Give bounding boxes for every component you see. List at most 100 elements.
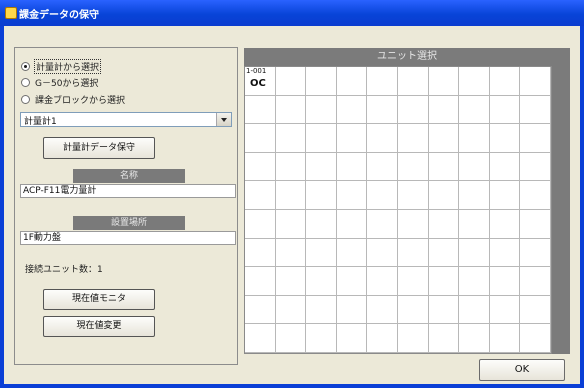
unit-cell[interactable] — [306, 267, 337, 296]
unit-cell[interactable] — [275, 181, 307, 210]
unit-cell[interactable] — [398, 124, 429, 153]
unit-cell[interactable] — [367, 95, 398, 125]
radio-select-by-billing-block[interactable]: 課金ブロックから選択 — [21, 92, 125, 106]
unit-cell[interactable] — [459, 95, 490, 125]
unit-cell[interactable] — [489, 95, 521, 125]
unit-cell[interactable] — [398, 67, 429, 96]
unit-cell[interactable] — [489, 67, 521, 96]
unit-cell[interactable] — [336, 324, 368, 353]
unit-cell[interactable] — [367, 210, 398, 239]
unit-cell[interactable] — [428, 95, 460, 125]
unit-cell[interactable] — [275, 324, 307, 353]
radio-button-icon[interactable] — [21, 61, 30, 71]
unit-cell[interactable] — [245, 267, 276, 296]
unit-cell[interactable] — [520, 152, 551, 182]
unit-cell[interactable] — [245, 95, 276, 125]
unit-cell[interactable] — [306, 295, 337, 325]
unit-cell[interactable] — [245, 124, 276, 153]
unit-cell[interactable] — [489, 152, 521, 182]
unit-cell[interactable] — [459, 267, 490, 296]
unit-cell[interactable] — [336, 295, 368, 325]
unit-cell[interactable] — [367, 181, 398, 210]
unit-cell[interactable] — [520, 181, 551, 210]
unit-cell[interactable] — [275, 152, 307, 182]
vertical-scrollbar[interactable] — [552, 66, 570, 354]
unit-cell[interactable] — [459, 238, 490, 268]
unit-cell[interactable] — [336, 238, 368, 268]
unit-cell[interactable] — [398, 267, 429, 296]
location-field[interactable]: 1F動力盤 — [20, 231, 236, 245]
unit-cell[interactable] — [459, 181, 490, 210]
unit-cell[interactable] — [489, 124, 521, 153]
unit-cell[interactable] — [489, 267, 521, 296]
unit-cell[interactable] — [489, 238, 521, 268]
unit-cell[interactable] — [245, 181, 276, 210]
unit-cell[interactable] — [336, 124, 368, 153]
unit-cell[interactable] — [336, 181, 368, 210]
unit-cell[interactable] — [459, 124, 490, 153]
unit-cell[interactable] — [245, 238, 276, 268]
unit-cell[interactable] — [275, 67, 307, 96]
chevron-down-icon[interactable] — [216, 113, 231, 126]
unit-cell[interactable] — [245, 210, 276, 239]
unit-cell[interactable] — [428, 210, 460, 239]
unit-cell[interactable]: 1-001 OC — [245, 67, 276, 96]
unit-cell[interactable] — [336, 67, 368, 96]
unit-cell[interactable] — [398, 324, 429, 353]
unit-cell[interactable] — [275, 124, 307, 153]
unit-cell[interactable] — [306, 210, 337, 239]
unit-cell[interactable] — [520, 238, 551, 268]
unit-cell[interactable] — [367, 124, 398, 153]
unit-cell[interactable] — [275, 210, 307, 239]
unit-cell[interactable] — [275, 238, 307, 268]
unit-cell[interactable] — [306, 181, 337, 210]
unit-cell[interactable] — [520, 95, 551, 125]
unit-cell[interactable] — [428, 124, 460, 153]
unit-cell[interactable] — [520, 210, 551, 239]
ok-button[interactable]: OK — [479, 359, 565, 381]
unit-cell[interactable] — [245, 324, 276, 353]
unit-cell[interactable] — [459, 324, 490, 353]
unit-cell[interactable] — [459, 295, 490, 325]
unit-cell[interactable] — [428, 152, 460, 182]
unit-cell[interactable] — [520, 67, 551, 96]
unit-cell[interactable] — [489, 295, 521, 325]
unit-cell[interactable] — [367, 324, 398, 353]
unit-cell[interactable] — [367, 295, 398, 325]
unit-cell[interactable] — [245, 152, 276, 182]
unit-cell[interactable] — [489, 181, 521, 210]
unit-cell[interactable] — [306, 238, 337, 268]
unit-cell[interactable] — [428, 267, 460, 296]
radio-button-icon[interactable] — [21, 77, 30, 87]
unit-cell[interactable] — [489, 324, 521, 353]
unit-cell[interactable] — [520, 267, 551, 296]
radio-button-icon[interactable] — [21, 94, 30, 104]
unit-cell[interactable] — [520, 295, 551, 325]
unit-cell[interactable] — [428, 67, 460, 96]
unit-cell[interactable] — [336, 210, 368, 239]
name-field[interactable]: ACP-F11電力量計 — [20, 184, 236, 198]
unit-cell[interactable] — [398, 152, 429, 182]
unit-cell[interactable] — [459, 210, 490, 239]
unit-cell[interactable] — [428, 324, 460, 353]
unit-cell[interactable] — [306, 324, 337, 353]
unit-cell[interactable] — [489, 210, 521, 239]
unit-cell[interactable] — [275, 267, 307, 296]
unit-cell[interactable] — [459, 67, 490, 96]
unit-cell[interactable] — [306, 67, 337, 96]
unit-cell[interactable] — [245, 295, 276, 325]
unit-cell[interactable] — [306, 95, 337, 125]
unit-cell[interactable] — [336, 267, 368, 296]
unit-cell[interactable] — [428, 238, 460, 268]
meter-data-maintenance-button[interactable]: 計量計データ保守 — [43, 137, 155, 159]
unit-cell[interactable] — [367, 152, 398, 182]
meter-select[interactable]: 計量計1 — [20, 112, 232, 127]
unit-cell[interactable] — [275, 95, 307, 125]
unit-cell[interactable] — [398, 295, 429, 325]
radio-select-by-g50[interactable]: G－50から選択 — [21, 75, 98, 89]
current-value-monitor-button[interactable]: 現在値モニタ — [43, 289, 155, 310]
radio-select-by-meter[interactable]: 計量計から選択 — [21, 58, 102, 74]
unit-cell[interactable] — [398, 95, 429, 125]
unit-cell[interactable] — [520, 124, 551, 153]
unit-cell[interactable] — [428, 295, 460, 325]
